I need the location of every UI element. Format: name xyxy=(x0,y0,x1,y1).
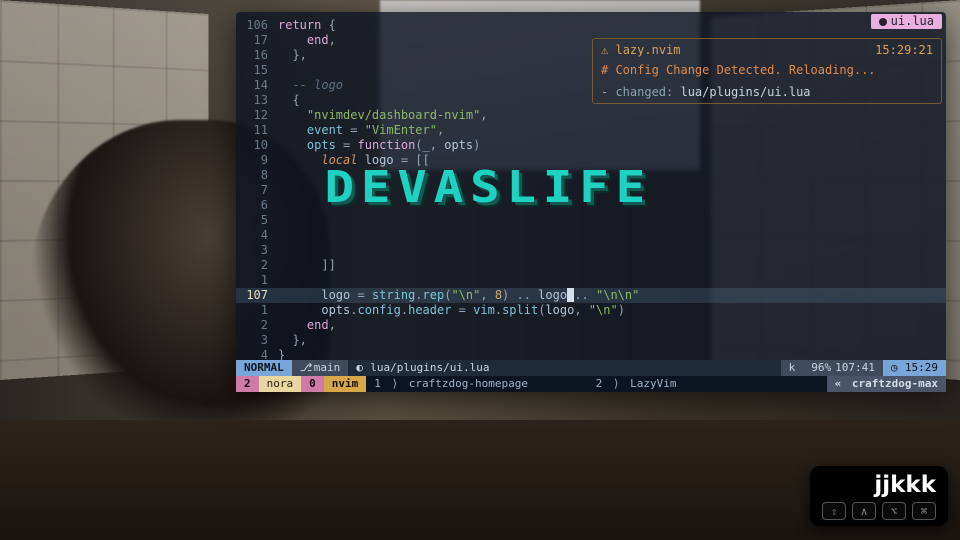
lua-icon xyxy=(879,18,887,26)
git-branch-segment: ⎇ main xyxy=(292,360,349,376)
code-line[interactable]: 11 event = "VimEnter", xyxy=(236,123,946,138)
buffer-tab[interactable]: ui.lua xyxy=(871,14,942,29)
code-line[interactable]: 3 }, xyxy=(236,333,946,348)
percent-segment: 96% 107:41 xyxy=(803,360,883,376)
line-number: 15 xyxy=(236,63,278,78)
code-line[interactable]: 2 ]] xyxy=(236,258,946,273)
notify-changed-label: changed xyxy=(615,85,666,99)
mode-segment: NORMAL xyxy=(236,360,292,376)
line-number: 11 xyxy=(236,123,278,138)
line-number: 10 xyxy=(236,138,278,153)
line-number: 12 xyxy=(236,108,278,123)
terminal-window[interactable]: ui.lua ⚠ lazy.nvim 15:29:21 # Config Cha… xyxy=(236,12,946,392)
line-number: 16 xyxy=(236,48,278,63)
line-number: 14 xyxy=(236,78,278,93)
tmux-window-num[interactable]: 0 xyxy=(301,376,324,392)
modifier-key: ∧ xyxy=(852,502,876,520)
line-number: 3 xyxy=(236,243,278,258)
line-number: 9 xyxy=(236,153,278,168)
modifier-key: ⇧ xyxy=(822,502,846,520)
notify-time: 15:29:21 xyxy=(875,43,933,57)
line-number: 7 xyxy=(236,183,278,198)
notify-headline: # Config Change Detected. Reloading... xyxy=(601,63,933,77)
warn-icon: ⚠ xyxy=(601,43,608,57)
line-number: 13 xyxy=(236,93,278,108)
tmux-session-num[interactable]: 2 xyxy=(236,376,259,392)
line-number: 107 xyxy=(236,288,278,303)
notify-plugin: lazy.nvim xyxy=(615,43,680,57)
tmux-session-name[interactable]: nora xyxy=(259,376,302,392)
code-line[interactable]: 107 logo = string.rep("\n", 8) .. logo .… xyxy=(236,288,946,303)
line-number: 4 xyxy=(236,228,278,243)
code-line[interactable]: 106return { xyxy=(236,18,946,33)
line-number: 8 xyxy=(236,168,278,183)
code-line[interactable]: 2 end, xyxy=(236,318,946,333)
code-line[interactable]: 1 opts.config.header = vim.split(logo, "… xyxy=(236,303,946,318)
tmux-statusline: 2 nora 0 nvim 1 ⟩ craftzdog-homepage 2 ⟩… xyxy=(236,376,946,392)
clock-icon: ◷ xyxy=(891,360,901,376)
keycast-overlay: jjkkk ⇧ ∧ ⌥ ⌘ xyxy=(810,466,948,526)
notification-box: ⚠ lazy.nvim 15:29:21 # Config Change Det… xyxy=(592,38,942,104)
bullet-icon: - xyxy=(601,85,615,99)
line-number: 106 xyxy=(236,18,278,33)
code-line[interactable]: 12 "nvimdev/dashboard-nvim", xyxy=(236,108,946,123)
modifier-key: ⌥ xyxy=(882,502,906,520)
tmux-host: « craftzdog-max xyxy=(827,376,946,392)
tmux-panes: 1 ⟩ craftzdog-homepage 2 ⟩ LazyVim xyxy=(366,376,826,392)
line-number: 1 xyxy=(236,273,278,288)
clock-segment: ◷ 15:29 xyxy=(883,360,946,376)
last-key-segment: k xyxy=(781,360,804,376)
notify-changed-file: lua/plugins/ui.lua xyxy=(680,85,810,99)
line-number: 2 xyxy=(236,318,278,333)
code-line[interactable]: 10 opts = function(_, opts) xyxy=(236,138,946,153)
line-number: 3 xyxy=(236,333,278,348)
line-number: 2 xyxy=(236,258,278,273)
ascii-logo: DEVASLIFE xyxy=(324,162,652,213)
tmux-process[interactable]: nvim xyxy=(324,376,367,392)
branch-icon: ⎇ xyxy=(300,360,310,376)
line-number: 6 xyxy=(236,198,278,213)
line-number: 5 xyxy=(236,213,278,228)
line-number: 17 xyxy=(236,33,278,48)
lua-icon: ◐ xyxy=(356,360,366,376)
code-line[interactable]: 3 xyxy=(236,243,946,258)
keycast-text: jjkkk xyxy=(874,472,936,498)
modifier-keys: ⇧ ∧ ⌥ ⌘ xyxy=(822,502,936,520)
tab-filename: ui.lua xyxy=(891,14,934,29)
code-line[interactable]: 4 xyxy=(236,228,946,243)
code-line[interactable]: 1 xyxy=(236,273,946,288)
code-line[interactable]: 5 xyxy=(236,213,946,228)
modifier-key: ⌘ xyxy=(912,502,936,520)
line-number: 1 xyxy=(236,303,278,318)
